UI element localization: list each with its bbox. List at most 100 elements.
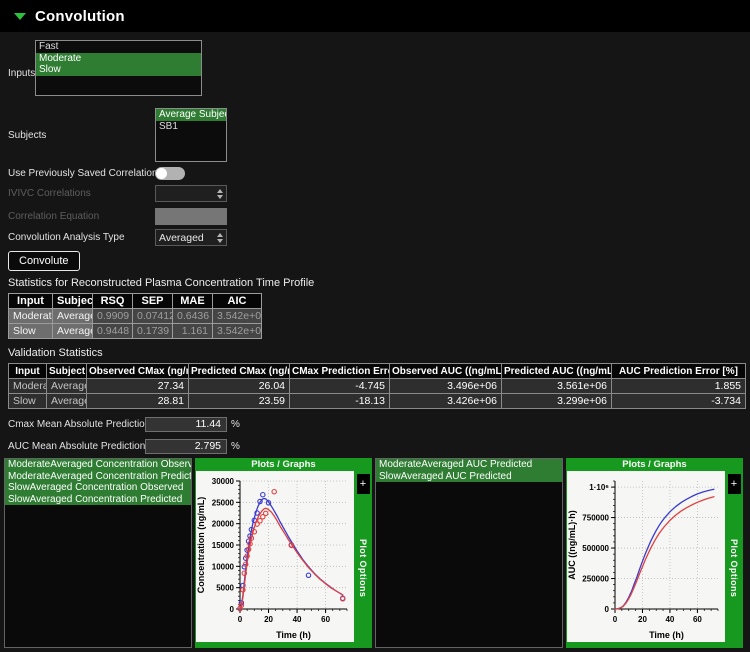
auc-error-value: 2.795 (145, 439, 227, 454)
list-item[interactable]: SB1 (156, 121, 226, 133)
list-item[interactable]: ModerateAveraged AUC Predicted (376, 459, 562, 471)
column-header: AIC (213, 294, 262, 309)
column-header: Observed CMax (ng/mL) (87, 364, 189, 379)
plots-section: ModerateAveraged Concentration ObservedM… (4, 458, 750, 648)
collapse-chevron-icon[interactable] (14, 13, 26, 20)
page-title: Convolution (35, 8, 125, 25)
table-cell: 3.496e+06 (390, 379, 502, 394)
svg-text:750000: 750000 (582, 514, 609, 523)
column-header: AUC Prediction Error [%] (612, 364, 746, 379)
table-cell: 23.59 (189, 394, 290, 409)
convolute-button[interactable]: Convolute (8, 251, 80, 271)
list-item[interactable]: SlowAveraged Concentration Predicted (5, 494, 191, 506)
svg-text:250000: 250000 (582, 575, 609, 584)
plot-options-strip: + Plot Options (354, 471, 372, 642)
table-cell: 0.9909 (93, 309, 133, 324)
svg-text:0: 0 (605, 605, 610, 614)
section-header: Convolution (0, 0, 750, 32)
table-cell: Slow (9, 324, 53, 339)
table-row: SlowAveraged0.94480.17391.1613.542e+09 (9, 324, 262, 339)
svg-text:1·10⁶: 1·10⁶ (589, 483, 609, 492)
auc-series-list[interactable]: ModerateAveraged AUC PredictedSlowAverag… (375, 458, 563, 648)
add-plot-button[interactable]: + (357, 474, 370, 494)
svg-text:Concentration (ng/mL): Concentration (ng/mL) (196, 497, 206, 594)
svg-text:15000: 15000 (212, 541, 235, 550)
list-item[interactable]: Slow (36, 64, 201, 76)
analysis-type-value: Averaged (159, 232, 204, 244)
table-row: SlowAveraged28.8123.59-18.133.426e+063.2… (9, 394, 746, 409)
svg-text:40: 40 (665, 615, 674, 624)
cmax-error-unit: % (231, 419, 240, 430)
column-header: CMax Prediction Error [%] (290, 364, 390, 379)
use-saved-correlation-label: Use Previously Saved Correlation (8, 168, 155, 179)
reconstruction-stats-table: InputSubjectRSQSEPMAEAICModerateAveraged… (8, 293, 262, 339)
svg-text:0: 0 (613, 615, 618, 624)
table-cell: 3.561e+06 (502, 379, 612, 394)
table-cell: 1.855 (612, 379, 746, 394)
svg-text:AUC ((ng/mL)·h): AUC ((ng/mL)·h) (567, 510, 577, 579)
svg-text:20: 20 (264, 615, 273, 624)
cmax-error-label: Cmax Mean Absolute Prediction Error (8, 419, 145, 430)
list-item[interactable]: SlowAveraged AUC Predicted (376, 471, 562, 483)
table-cell: Moderate (9, 309, 53, 324)
svg-text:0: 0 (230, 605, 235, 614)
svg-text:60: 60 (321, 615, 330, 624)
auc-chart: 020406002500005000007500001·10⁶Time (h)A… (567, 471, 725, 642)
table-cell: 0.07412 (133, 309, 173, 324)
toggle-knob (156, 168, 167, 179)
svg-text:20000: 20000 (212, 520, 235, 529)
validation-stats-table: InputSubjectObserved CMax (ng/mL)Predict… (8, 363, 746, 409)
list-item[interactable]: Fast (36, 41, 201, 53)
table-cell: 28.81 (87, 394, 189, 409)
table-cell: 0.6436 (173, 309, 213, 324)
stats-section-title: Statistics for Reconstructed Plasma Conc… (8, 277, 750, 289)
concentration-chart: 0204060050001000015000200002500030000Tim… (196, 471, 354, 642)
column-header: RSQ (93, 294, 133, 309)
list-item[interactable]: SlowAveraged Concentration Observed (5, 482, 191, 494)
add-plot-button[interactable]: + (728, 474, 741, 494)
column-header: Subject (47, 364, 87, 379)
svg-text:25000: 25000 (212, 498, 235, 507)
svg-text:10000: 10000 (212, 562, 235, 571)
spinner-icon[interactable] (217, 189, 223, 199)
convolution-form: Inputs FastModerateSlow Subjects Average… (0, 32, 750, 454)
plot-options-strip: + Plot Options (725, 471, 743, 642)
plot-panel-title: Plots / Graphs (195, 458, 372, 471)
plot-options-tab[interactable]: Plot Options (358, 494, 368, 642)
analysis-type-label: Convolution Analysis Type (8, 232, 155, 243)
table-cell: -4.745 (290, 379, 390, 394)
table-row: ModerateAveraged0.99090.074120.64363.542… (9, 309, 262, 324)
svg-text:Time (h): Time (h) (649, 630, 684, 640)
inputs-label: Inputs (8, 68, 35, 79)
list-item[interactable]: ModerateAveraged Concentration Observed (5, 459, 191, 471)
column-header: Observed AUC ((ng/mL)·h) (390, 364, 502, 379)
concentration-series-list[interactable]: ModerateAveraged Concentration ObservedM… (4, 458, 192, 648)
svg-text:Time (h): Time (h) (276, 630, 311, 640)
inputs-listbox[interactable]: FastModerateSlow (35, 40, 202, 96)
table-cell: -18.13 (290, 394, 390, 409)
column-header: MAE (173, 294, 213, 309)
list-item[interactable]: ModerateAveraged Concentration Predicted (5, 471, 191, 483)
column-header: Predicted CMax (ng/mL) (189, 364, 290, 379)
column-header: Predicted AUC ((ng/mL)·h) (502, 364, 612, 379)
auc-error-label: AUC Mean Absolute Prediction Error (8, 441, 145, 452)
list-item[interactable]: Average Subject (156, 109, 226, 121)
list-item[interactable]: Moderate (36, 53, 201, 65)
ivivc-correlations-select[interactable] (155, 185, 227, 202)
table-cell: Averaged (47, 379, 87, 394)
correlation-equation-label: Correlation Equation (8, 211, 155, 222)
plot-options-tab[interactable]: Plot Options (729, 494, 739, 642)
use-saved-correlation-toggle[interactable] (155, 167, 185, 180)
table-cell: 3.426e+06 (390, 394, 502, 409)
spinner-icon[interactable] (217, 233, 223, 243)
table-row: ModerateAveraged27.3426.04-4.7453.496e+0… (9, 379, 746, 394)
subjects-listbox[interactable]: Average SubjectSB1 (155, 108, 227, 162)
plot-panel-title: Plots / Graphs (566, 458, 743, 471)
svg-text:5000: 5000 (216, 584, 234, 593)
cmax-error-value: 11.44 (145, 417, 227, 432)
validation-section-title: Validation Statistics (8, 347, 750, 359)
table-cell: 26.04 (189, 379, 290, 394)
concentration-plot-panel: Plots / Graphs 0204060050001000015000200… (195, 458, 372, 648)
analysis-type-select[interactable]: Averaged (155, 229, 227, 246)
svg-text:60: 60 (693, 615, 702, 624)
